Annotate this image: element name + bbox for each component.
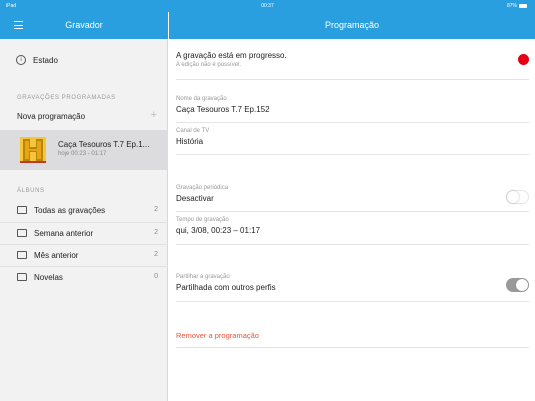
field-recording-name: Nome da gravação Caça Tesouros T.7 Ep.15…: [176, 96, 529, 114]
divider: [176, 122, 529, 123]
recording-status-text: A gravação está em progresso.: [176, 51, 287, 60]
share-toggle[interactable]: [506, 278, 529, 292]
album-label: Mês anterior: [34, 251, 79, 260]
folder-icon: [17, 273, 27, 281]
recording-icon: [17, 251, 27, 259]
album-count: 2: [154, 206, 158, 213]
recording-icon: [17, 206, 27, 214]
recording-status: A gravação está em progresso. A edição n…: [176, 51, 529, 68]
sidebar: i Estado GRAVAÇÕES PROGRAMADAS Nova prog…: [0, 39, 168, 401]
field-label: Canal de TV: [176, 128, 210, 134]
field-value: qui, 3/08, 00:23 – 01:17: [176, 226, 261, 235]
album-label: Semana anterior: [34, 229, 94, 238]
recording-note: A edição não é possível.: [176, 62, 242, 68]
section-header-scheduled: GRAVAÇÕES PROGRAMADAS: [17, 95, 116, 101]
scheduled-item-time: hoje 00:23 - 01:17: [58, 151, 107, 157]
info-icon: i: [16, 55, 26, 65]
album-label: Todas as gravações: [34, 206, 106, 215]
scheduled-item[interactable]: Caça Tesouros T.7 Ep.1... hoje 00:23 - 0…: [0, 130, 168, 170]
periodic-toggle[interactable]: [506, 190, 529, 204]
album-label: Novelas: [34, 273, 63, 282]
new-schedule-label: Nova programação: [17, 112, 86, 121]
sidebar-item-label: Estado: [33, 56, 58, 65]
recording-indicator-icon: [518, 54, 529, 65]
battery-icon: [519, 4, 527, 8]
divider: [176, 301, 529, 302]
clock: 00:37: [261, 3, 274, 9]
field-value: Desactivar: [176, 194, 214, 203]
field-value: Partilhada com outros perfis: [176, 283, 276, 292]
divider: [176, 244, 529, 245]
divider: [176, 211, 529, 212]
album-item-novelas[interactable]: Novelas 0: [0, 266, 168, 288]
divider: [176, 154, 529, 155]
status-bar: iPad 00:37 87%: [0, 0, 535, 12]
album-item-week[interactable]: Semana anterior 2: [0, 222, 168, 244]
divider: [176, 347, 529, 348]
scheduled-item-title: Caça Tesouros T.7 Ep.1...: [58, 140, 150, 149]
sidebar-item-estado[interactable]: i Estado: [0, 51, 168, 71]
field-label: Gravação periódica: [176, 185, 229, 191]
app-screen: iPad 00:37 87% Gravador Programação i Es…: [0, 0, 535, 401]
battery-percent: 87%: [506, 3, 517, 9]
album-item-all[interactable]: Todas as gravações 2: [0, 200, 168, 222]
recording-icon: [17, 229, 27, 237]
main-nav-bar: Programação: [169, 12, 535, 39]
field-channel: Canal de TV História: [176, 128, 529, 146]
field-value: História: [176, 137, 204, 146]
divider: [176, 79, 529, 80]
album-count: 2: [154, 251, 158, 258]
new-schedule-button[interactable]: Nova programação +: [0, 106, 168, 128]
album-count: 0: [154, 273, 158, 280]
field-recording-time[interactable]: Tempo de gravação qui, 3/08, 00:23 – 01:…: [176, 217, 529, 235]
field-value: Caça Tesouros T.7 Ep.152: [176, 105, 270, 114]
toggle-knob: [507, 191, 519, 203]
sidebar-nav-bar: Gravador: [0, 12, 168, 39]
history-channel-logo: [20, 137, 46, 163]
toggle-knob: [516, 279, 528, 291]
album-count: 2: [154, 229, 158, 236]
field-label: Nome da gravação: [176, 96, 227, 102]
field-periodic: Gravação periódica Desactivar: [176, 185, 529, 203]
field-share: Partilhar a gravação Partilhada com outr…: [176, 274, 529, 292]
plus-icon: +: [150, 109, 157, 121]
field-label: Partilhar a gravação: [176, 274, 230, 280]
section-header-albums: ÁLBUNS: [17, 188, 45, 194]
album-item-month[interactable]: Mês anterior 2: [0, 244, 168, 266]
page-title: Programação: [324, 20, 380, 30]
schedule-detail: A gravação está em progresso. A edição n…: [169, 39, 535, 401]
remove-schedule-button[interactable]: Remover a programação: [176, 331, 259, 340]
field-label: Tempo de gravação: [176, 217, 229, 223]
sidebar-title: Gravador: [65, 20, 103, 30]
battery-status: 87%: [507, 3, 527, 9]
